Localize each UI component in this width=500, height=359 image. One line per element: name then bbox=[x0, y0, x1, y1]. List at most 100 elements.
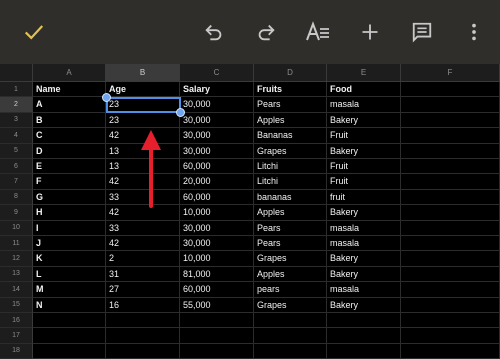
cell-c13[interactable]: 81,000 bbox=[180, 266, 254, 283]
cell-d9[interactable]: Apples bbox=[254, 205, 327, 221]
column-header-d[interactable]: D bbox=[254, 64, 327, 82]
cell-d7[interactable]: Litchi bbox=[254, 174, 327, 190]
cell-f18[interactable] bbox=[401, 343, 500, 359]
row-header-1[interactable]: 1 bbox=[0, 82, 33, 98]
row-header-5[interactable]: 5 bbox=[0, 143, 33, 159]
cell-d6[interactable]: Litchi bbox=[254, 159, 327, 175]
cell-b14[interactable]: 27 bbox=[106, 282, 180, 298]
row-header-12[interactable]: 12 bbox=[0, 251, 33, 267]
row-header-18[interactable]: 18 bbox=[0, 343, 33, 359]
cell-c18[interactable] bbox=[180, 343, 254, 359]
row-header-4[interactable]: 4 bbox=[0, 128, 33, 144]
cell-f14[interactable] bbox=[401, 282, 500, 298]
text-format-icon[interactable] bbox=[304, 18, 332, 46]
row-header-13[interactable]: 13 bbox=[0, 266, 33, 283]
cell-a13[interactable]: L bbox=[33, 266, 106, 283]
cell-b17[interactable] bbox=[106, 328, 180, 344]
cell-e6[interactable]: Fruit bbox=[327, 159, 401, 175]
cell-b11[interactable]: 42 bbox=[106, 236, 180, 252]
undo-icon[interactable] bbox=[200, 18, 228, 46]
cell-f7[interactable] bbox=[401, 174, 500, 190]
cell-c17[interactable] bbox=[180, 328, 254, 344]
spreadsheet-grid[interactable]: ABCDEF 1 2 3 4 5 6 7 8 9 10 11 12 13 14 15 16 17 18 Name A… bbox=[0, 64, 500, 359]
column-header-a[interactable]: A bbox=[33, 64, 106, 82]
cell-e17[interactable] bbox=[327, 328, 401, 344]
row-header-7[interactable]: 7 bbox=[0, 174, 33, 190]
cell-c5[interactable]: 30,000 bbox=[180, 143, 254, 159]
cell-b15[interactable]: 16 bbox=[106, 297, 180, 313]
row-header-10[interactable]: 10 bbox=[0, 220, 33, 236]
cell-e2[interactable]: masala bbox=[327, 97, 401, 113]
cell-c1[interactable]: Salary bbox=[180, 82, 254, 98]
cell-d13[interactable]: Apples bbox=[254, 266, 327, 283]
cell-b13[interactable]: 31 bbox=[106, 266, 180, 283]
cell-d5[interactable]: Grapes bbox=[254, 143, 327, 159]
column-header-e[interactable]: E bbox=[327, 64, 401, 82]
row-header-17[interactable]: 17 bbox=[0, 328, 33, 344]
cell-c4[interactable]: 30,000 bbox=[180, 128, 254, 144]
cell-d4[interactable]: Bananas bbox=[254, 128, 327, 144]
cell-e12[interactable]: Bakery bbox=[327, 251, 401, 267]
cell-e5[interactable]: Bakery bbox=[327, 143, 401, 159]
cell-e15[interactable]: Bakery bbox=[327, 297, 401, 313]
comment-icon[interactable] bbox=[408, 18, 436, 46]
cell-c2[interactable]: 30,000 bbox=[180, 97, 254, 113]
cell-d18[interactable] bbox=[254, 343, 327, 359]
cell-a6[interactable]: E bbox=[33, 159, 106, 175]
cell-a2[interactable]: A bbox=[33, 97, 106, 113]
checkmark-icon[interactable] bbox=[20, 18, 48, 46]
cell-c10[interactable]: 30,000 bbox=[180, 220, 254, 236]
row-header-14[interactable]: 14 bbox=[0, 282, 33, 298]
cell-c7[interactable]: 20,000 bbox=[180, 174, 254, 190]
cell-a1[interactable]: Name bbox=[33, 82, 106, 98]
cell-e11[interactable]: masala bbox=[327, 236, 401, 252]
more-vert-icon[interactable] bbox=[460, 18, 488, 46]
cell-a11[interactable]: J bbox=[33, 236, 106, 252]
cell-f13[interactable] bbox=[401, 266, 500, 283]
cell-c8[interactable]: 60,000 bbox=[180, 189, 254, 206]
cell-e13[interactable]: Bakery bbox=[327, 266, 401, 283]
cell-f4[interactable] bbox=[401, 128, 500, 144]
cell-f9[interactable] bbox=[401, 205, 500, 221]
cell-f3[interactable] bbox=[401, 112, 500, 129]
row-header-3[interactable]: 3 bbox=[0, 112, 33, 129]
cell-d14[interactable]: pears bbox=[254, 282, 327, 298]
cell-a8[interactable]: G bbox=[33, 189, 106, 206]
cell-f6[interactable] bbox=[401, 159, 500, 175]
cell-a4[interactable]: C bbox=[33, 128, 106, 144]
cell-f5[interactable] bbox=[401, 143, 500, 159]
redo-icon[interactable] bbox=[252, 18, 280, 46]
cell-a10[interactable]: I bbox=[33, 220, 106, 236]
cell-f2[interactable] bbox=[401, 97, 500, 113]
cell-d10[interactable]: Pears bbox=[254, 220, 327, 236]
cell-b3[interactable]: 23 bbox=[106, 112, 180, 129]
cell-c16[interactable] bbox=[180, 313, 254, 329]
cell-e4[interactable]: Fruit bbox=[327, 128, 401, 144]
add-icon[interactable] bbox=[356, 18, 384, 46]
row-header-16[interactable]: 16 bbox=[0, 313, 33, 329]
cell-e7[interactable]: Fruit bbox=[327, 174, 401, 190]
cell-d11[interactable]: Pears bbox=[254, 236, 327, 252]
row-header-15[interactable]: 15 bbox=[0, 297, 33, 313]
row-header-6[interactable]: 6 bbox=[0, 159, 33, 175]
cell-b10[interactable]: 33 bbox=[106, 220, 180, 236]
column-header-f[interactable]: F bbox=[401, 64, 500, 82]
cell-e1[interactable]: Food bbox=[327, 82, 401, 98]
cell-f15[interactable] bbox=[401, 297, 500, 313]
row-header-11[interactable]: 11 bbox=[0, 236, 33, 252]
cell-f1[interactable] bbox=[401, 82, 500, 98]
cell-a15[interactable]: N bbox=[33, 297, 106, 313]
cell-a3[interactable]: B bbox=[33, 112, 106, 129]
selection-handle-bottom[interactable] bbox=[176, 108, 185, 117]
cell-d16[interactable] bbox=[254, 313, 327, 329]
cell-e3[interactable]: Bakery bbox=[327, 112, 401, 129]
row-header-8[interactable]: 8 bbox=[0, 189, 33, 206]
cell-e16[interactable] bbox=[327, 313, 401, 329]
cell-a5[interactable]: D bbox=[33, 143, 106, 159]
cell-c9[interactable]: 10,000 bbox=[180, 205, 254, 221]
cell-a12[interactable]: K bbox=[33, 251, 106, 267]
cell-f17[interactable] bbox=[401, 328, 500, 344]
cell-f8[interactable] bbox=[401, 189, 500, 206]
select-all-corner[interactable] bbox=[0, 64, 33, 82]
cell-a14[interactable]: M bbox=[33, 282, 106, 298]
